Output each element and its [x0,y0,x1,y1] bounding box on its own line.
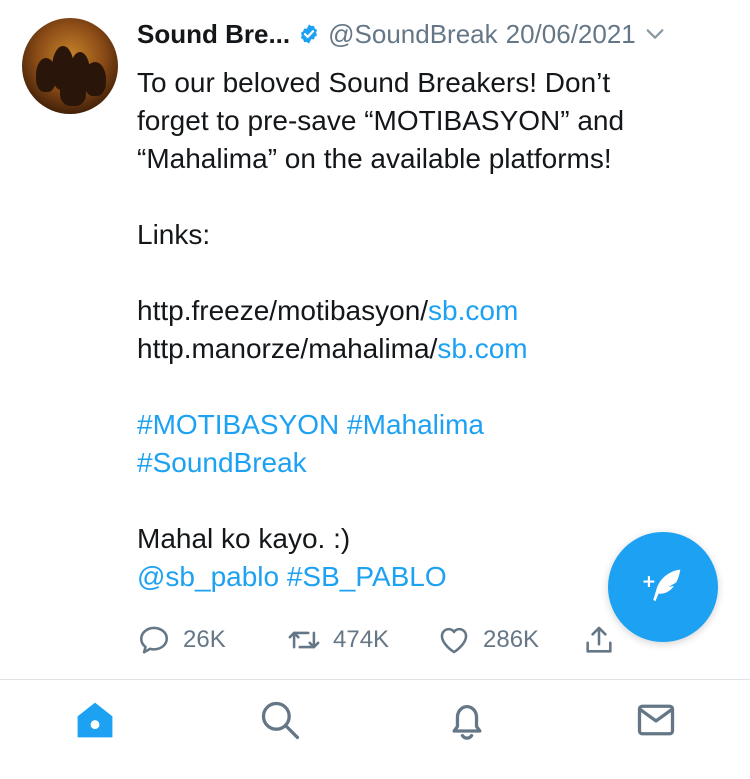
retweet-icon [288,631,320,649]
retweet-count: 474K [333,626,390,653]
reply-count: 26K [183,626,226,653]
user-handle[interactable]: @SoundBreak [328,19,498,50]
like-count: 286K [483,626,540,653]
retweet-button[interactable]: 474K [287,623,437,657]
compose-tweet-button[interactable] [608,532,718,642]
avatar[interactable] [22,18,118,114]
link-text: http.freeze/motibasyon/ [137,295,429,326]
tweet-actions: 26K 474K 286K [137,620,622,660]
bottom-tab-bar [0,680,750,779]
tweet-line: Links: [137,219,211,250]
verified-badge-icon [301,24,318,44]
reply-bubble-icon [139,626,169,654]
link[interactable]: sb.com [428,295,518,326]
link[interactable]: sb.com [437,333,527,364]
link-text: http.manorze/mahalima/ [137,333,438,364]
search-icon [261,701,300,740]
chevron-down-icon[interactable] [644,23,666,45]
home-icon [77,702,113,738]
share-icon [586,626,612,653]
share-button[interactable] [582,623,622,657]
tweet-line: forget to pre-save “MOTIBASYON” and [137,105,625,136]
tab-notifications[interactable] [445,698,489,742]
link-line-2: http.manorze/mahalima/sb.com [137,330,727,368]
tweet-date: 20/06/2021 [505,18,636,49]
display-name[interactable]: Sound Bre... [137,19,290,50]
tab-messages[interactable] [634,698,678,742]
hashtag[interactable]: #SoundBreak [137,444,727,482]
heart-icon [440,627,468,654]
tab-search[interactable] [258,698,302,742]
tab-home[interactable] [73,698,117,742]
tweet-line: To our beloved Sound Breakers! Don’t [137,67,611,98]
tweet-text: To our beloved Sound Breakers! Don’t for… [137,64,727,596]
compose-tweet-icon [643,569,681,602]
like-button[interactable]: 286K [437,623,582,657]
notifications-icon [452,704,482,740]
reply-button[interactable]: 26K [137,623,287,657]
link-line-1: http.freeze/motibasyon/sb.com [137,292,727,330]
hashtags[interactable]: #MOTIBASYON #Mahalima [137,406,727,444]
tweet-header: Sound Bre... @SoundBreak 20/06/2021 [137,14,666,54]
messages-icon [637,704,675,736]
tweet-line: “Mahalima” on the available platforms! [137,143,612,174]
